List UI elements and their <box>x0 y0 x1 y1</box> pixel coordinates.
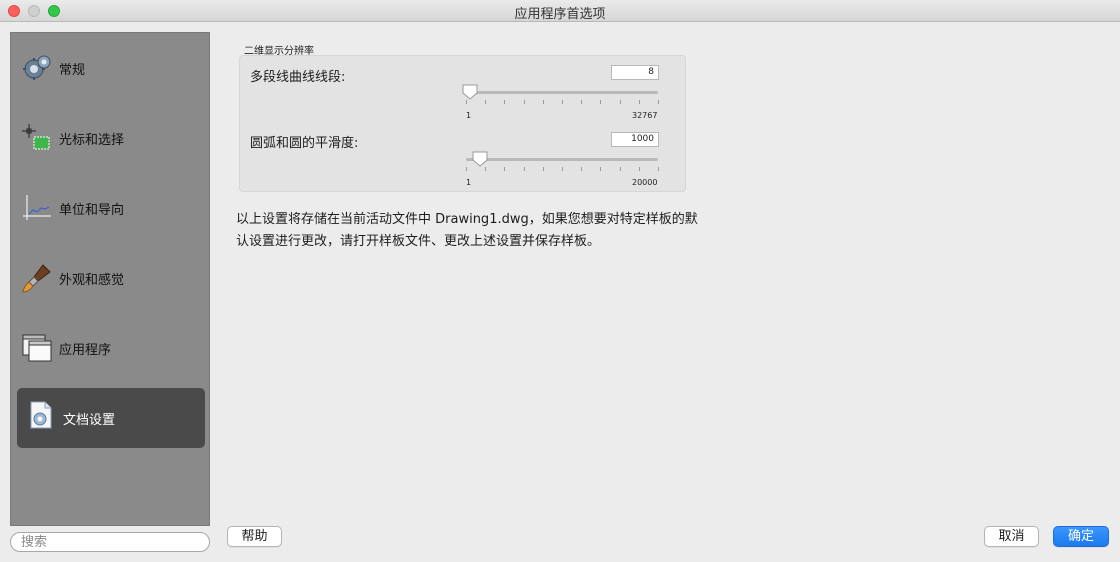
window-title: 应用程序首选项 <box>514 7 606 22</box>
slider-tick <box>658 100 659 104</box>
slider-tick <box>504 100 505 104</box>
sidebar-item-label: 外观和感觉 <box>59 273 125 288</box>
slider-tick <box>466 167 467 171</box>
title-bar: 应用程序首选项 <box>0 0 1120 22</box>
slider-tick <box>639 100 640 104</box>
arc-max-label: 20000 <box>632 178 658 187</box>
slider-tick <box>600 100 601 104</box>
slider-tick <box>581 167 582 171</box>
polyline-segments-slider-track[interactable] <box>466 91 658 94</box>
units-axes-icon <box>23 195 51 220</box>
paintbrush-icon <box>22 264 51 293</box>
slider-tick <box>543 100 544 104</box>
sidebar-item-appearance[interactable]: 外观和感觉 <box>17 248 205 308</box>
ok-button[interactable]: 确定 <box>1053 526 1109 547</box>
document-settings-icon <box>30 401 52 429</box>
polyline-segments-label: 多段线曲线线段: <box>250 70 346 85</box>
slider-tick <box>658 167 659 171</box>
slider-tick <box>600 167 601 171</box>
polyline-min-label: 1 <box>466 111 472 120</box>
arc-smoothness-slider-thumb[interactable] <box>472 151 488 167</box>
sidebar-item-application[interactable]: 应用程序 <box>17 318 205 378</box>
cancel-button[interactable]: 取消 <box>984 526 1039 547</box>
sidebar-item-label: 光标和选择 <box>59 133 125 148</box>
slider-tick <box>485 167 486 171</box>
gears-icon <box>23 55 51 80</box>
slider-tick <box>543 167 544 171</box>
polyline-segments-slider-thumb[interactable] <box>462 84 478 100</box>
slider-tick <box>620 100 621 104</box>
arc-smoothness-slider-track[interactable] <box>466 158 658 161</box>
slider-tick <box>485 100 486 104</box>
arc-smoothness-field[interactable]: 1000 <box>611 132 659 147</box>
sidebar-item-label: 应用程序 <box>59 343 112 358</box>
slider-tick <box>466 100 467 104</box>
slider-tick <box>562 100 563 104</box>
sidebar-item-cursor-selection[interactable]: 光标和选择 <box>17 108 205 168</box>
search-field[interactable] <box>10 532 210 552</box>
settings-storage-note: 以上设置将存储在当前活动文件中 Drawing1.dwg，如果您想要对特定样板的… <box>236 212 698 249</box>
slider-tick <box>581 100 582 104</box>
sidebar-item-label: 常规 <box>59 63 86 78</box>
slider-tick <box>620 167 621 171</box>
polyline-max-label: 32767 <box>632 111 658 120</box>
slider-tick <box>562 167 563 171</box>
slider-tick <box>524 100 525 104</box>
search-input[interactable] <box>11 533 209 551</box>
slider-tick <box>524 167 525 171</box>
sidebar-item-units-guides[interactable]: 单位和导向 <box>17 178 205 238</box>
help-button[interactable]: 帮助 <box>227 526 282 547</box>
display-resolution-group: 多段线曲线线段: 8 1 32767 圆弧和圆的平滑度: 1000 1 2000… <box>239 55 686 192</box>
slider-tick <box>504 167 505 171</box>
slider-tick <box>639 167 640 171</box>
windows-icon <box>22 334 52 362</box>
sidebar-item-label: 单位和导向 <box>59 203 125 218</box>
arc-min-label: 1 <box>466 178 472 187</box>
sidebar-item-general[interactable]: 常规 <box>17 38 205 98</box>
sidebar: 常规 光标和选择 单位和导向 外观和感觉 应用程序 文档设置 <box>10 32 210 526</box>
polyline-segments-field[interactable]: 8 <box>611 65 659 80</box>
arc-smoothness-label: 圆弧和圆的平滑度: <box>250 136 359 151</box>
sidebar-item-label: 文档设置 <box>63 413 116 428</box>
cursor-selection-icon <box>22 124 50 150</box>
sidebar-item-document-settings[interactable]: 文档设置 <box>17 388 205 448</box>
